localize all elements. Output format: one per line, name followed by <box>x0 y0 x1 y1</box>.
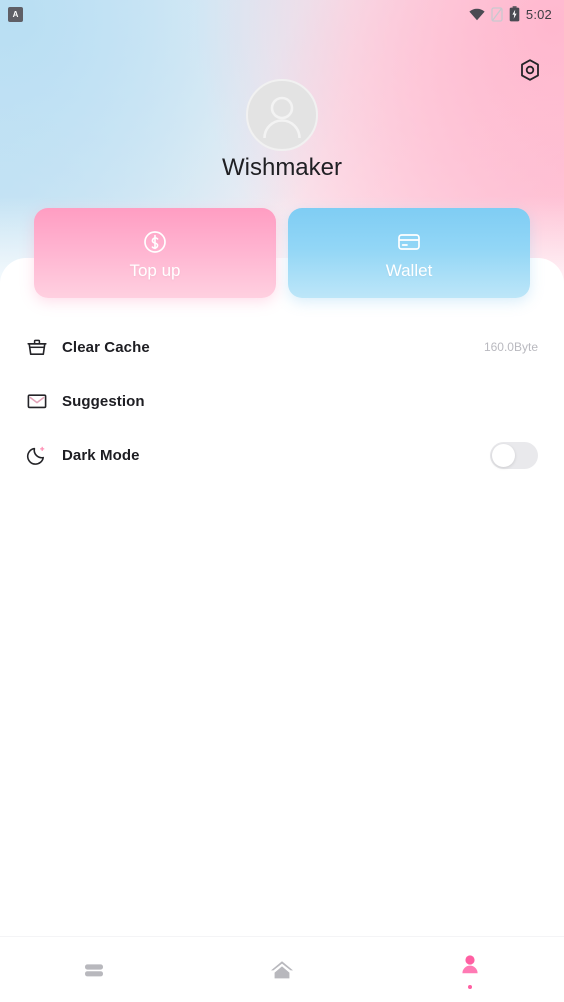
profile-name: Wishmaker <box>221 154 342 181</box>
top-up-label: Top up <box>129 261 181 280</box>
avatar[interactable] <box>246 79 318 151</box>
credit-card-icon <box>398 234 420 250</box>
wallet-card[interactable]: Wallet <box>288 208 530 298</box>
person-avatar-icon <box>263 96 301 139</box>
list-item-clear-cache[interactable]: Clear Cache 160.0Byte <box>0 320 564 374</box>
status-bar: A 5:02 <box>0 0 564 28</box>
battery-charging-icon <box>509 6 520 22</box>
dark-mode-toggle[interactable] <box>490 441 538 469</box>
nav-active-indicator <box>468 985 472 989</box>
nav-item-profile[interactable] <box>376 937 564 1002</box>
basket-icon <box>26 336 48 358</box>
home-icon <box>271 960 293 978</box>
cache-size-value: 160.0Byte <box>483 340 538 354</box>
dark-mode-label: Dark Mode <box>62 446 140 464</box>
gear-hexagon-icon <box>521 59 539 81</box>
books-icon <box>85 963 103 976</box>
signal-off-icon <box>491 6 503 22</box>
suggestion-label: Suggestion <box>62 392 145 410</box>
person-icon <box>462 955 478 974</box>
envelope-icon <box>26 390 48 412</box>
status-bar-right: 5:02 <box>469 6 552 22</box>
list-item-suggestion[interactable]: Suggestion <box>0 374 564 428</box>
moon-icon <box>26 444 48 466</box>
clear-cache-label: Clear Cache <box>62 338 150 356</box>
nav-item-library[interactable] <box>0 937 188 1002</box>
status-bar-left: A <box>8 6 23 22</box>
wallet-label: Wallet <box>385 261 433 280</box>
toggle-knob <box>492 443 515 467</box>
dollar-circle-icon <box>144 231 166 253</box>
app-badge-icon: A <box>8 6 23 22</box>
wifi-icon <box>469 8 485 20</box>
app-screen: A 5:02 Wishmaker Top up Wallet Clear Cac… <box>0 0 564 1002</box>
settings-button[interactable] <box>518 58 542 82</box>
nav-item-home[interactable] <box>188 937 376 1002</box>
action-cards: Top up Wallet <box>34 208 530 298</box>
bottom-navigation <box>0 936 564 1002</box>
list-item-dark-mode[interactable]: Dark Mode <box>0 428 564 482</box>
top-up-card[interactable]: Top up <box>34 208 276 298</box>
status-bar-time: 5:02 <box>525 6 552 22</box>
settings-list: Clear Cache 160.0Byte Suggestion Dark Mo… <box>0 320 564 482</box>
